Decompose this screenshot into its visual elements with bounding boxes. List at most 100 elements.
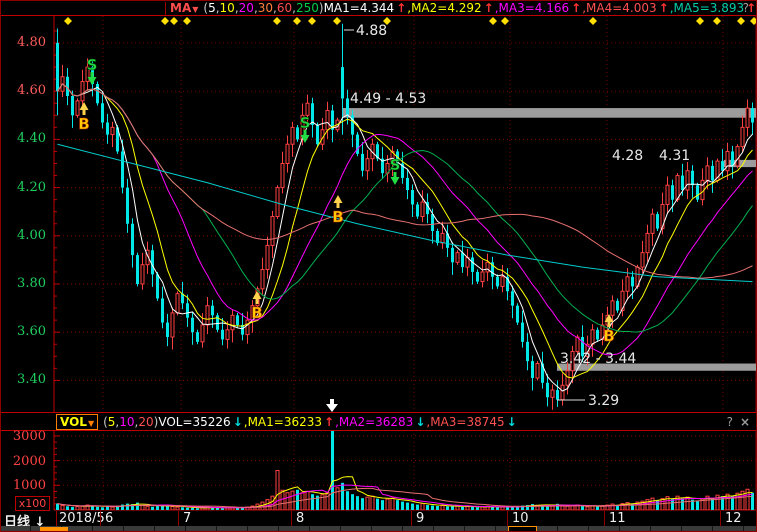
diamond-icon: [501, 17, 509, 25]
event-arrow-icon: [326, 399, 338, 412]
month-tick: [100, 511, 101, 526]
buy-marker: B: [251, 304, 262, 322]
volume-indicator-header: VOL▼ (5,10,20) VOL=35226↓,MA1=36233↑,MA2…: [0, 412, 757, 431]
volume-tick-label: 1000: [0, 479, 46, 492]
volume-tick-label: 2000: [0, 455, 46, 468]
indicator-selector[interactable]: MA▼: [170, 1, 198, 15]
price-tick-label: 3.60: [0, 325, 46, 338]
main-indicator-header: MA▼ (5,10,20,30,60,250) MA1=4.344↑,MA2=4…: [0, 0, 757, 16]
scrollbar-thumb[interactable]: [40, 527, 68, 531]
vol-values: VOL=35226↓,MA1=36233↑,MA2=36283↓,MA3=387…: [158, 415, 517, 429]
diamond-icon: [170, 17, 178, 25]
svg-text:4.88: 4.88: [356, 23, 387, 39]
annotations: 4.884.49 - 4.534.284.313.42 - 3.443.29: [344, 23, 690, 409]
trend-arrow-icon: ↑: [396, 1, 406, 15]
buy-marker: B: [603, 327, 614, 345]
volume-ma-line: [58, 488, 753, 507]
header-segment: 60: [277, 1, 292, 15]
price-tick-label: 4.60: [0, 84, 46, 97]
month-tick: [604, 511, 605, 526]
trend-arrow-icon: ↓: [507, 415, 517, 429]
svg-text:4.31: 4.31: [659, 148, 690, 164]
buy-arrow-icon: [80, 102, 89, 115]
date-axis: 日线 ↓ 2018/5 6789101112: [0, 511, 757, 527]
svg-text:4.28: 4.28: [612, 148, 643, 164]
trend-arrow-icon: ↓: [233, 415, 243, 429]
vol-params: (5,10,20): [103, 415, 158, 429]
month-tick: [178, 511, 179, 526]
diamond-icon: [713, 17, 721, 25]
month-label: 6: [105, 511, 113, 526]
help-icon[interactable]: ?: [727, 415, 733, 429]
stock-chart-app: 4.884.49 - 4.534.284.313.42 - 3.443.29SB…: [0, 0, 757, 532]
header-segment: ,MA1=36233: [244, 415, 322, 429]
trend-arrow-icon: ↓: [415, 415, 425, 429]
year-label: 2018/5: [59, 511, 105, 526]
main-chart-canvas[interactable]: 4.884.49 - 4.534.284.313.42 - 3.443.29SB…: [0, 0, 757, 532]
header-segment: ,MA4=4.003: [582, 1, 656, 15]
buy-marker: B: [332, 208, 343, 226]
sell-marker: S: [390, 156, 401, 174]
volume-tick-label: 3000: [0, 430, 46, 443]
price-ma-line: [58, 84, 753, 378]
header-segment: 30: [258, 1, 273, 15]
volume-unit-badge: x100: [15, 496, 50, 511]
month-label: 9: [416, 511, 424, 526]
header-segment: ,MA2=36283: [335, 415, 413, 429]
divider: [56, 511, 57, 526]
month-tick: [507, 511, 508, 526]
sell-marker: S: [300, 114, 311, 132]
trend-arrow-icon: ↑: [659, 1, 669, 15]
header-segment: 10: [220, 1, 235, 15]
price-tick-label: 3.40: [0, 373, 46, 386]
header-segment: ,MA5=3.893: [670, 1, 744, 15]
ma-values: MA1=4.344↑,MA2=4.292↑,MA3=4.166↑,MA4=4.0…: [324, 1, 757, 15]
price-tick-label: 4.80: [0, 36, 46, 49]
month-tick: [291, 511, 292, 526]
price-ma-line: [58, 84, 753, 332]
diamond-icon: [183, 17, 191, 25]
help-icon[interactable]: ?: [743, 1, 749, 15]
header-segment: ,MA3=4.166: [495, 1, 569, 15]
trend-arrow-icon: ↑: [571, 1, 581, 15]
diamond-icon: [696, 17, 704, 25]
candles: [56, 24, 754, 410]
month-label: 7: [183, 511, 191, 526]
header-segment: 250: [296, 1, 319, 15]
price-tick-label: 4.20: [0, 181, 46, 194]
header-segment: 10: [119, 415, 134, 429]
month-label: 11: [609, 511, 626, 526]
diamond-icon: [308, 17, 316, 25]
header-segment: 20: [239, 1, 254, 15]
gridlines: [55, 16, 756, 509]
month-label: 8: [296, 511, 304, 526]
ma-params: (5,10,20,30,60,250): [203, 1, 323, 15]
diamond-icon: [589, 17, 597, 25]
diamond-icon: [293, 17, 301, 25]
price-tick-label: 4.40: [0, 132, 46, 145]
header-divider: [165, 2, 166, 15]
close-icon[interactable]: ×: [740, 415, 750, 429]
diamond-icon: [64, 17, 72, 25]
resistance-bands: [343, 108, 756, 371]
header-segment: VOL=35226: [158, 415, 230, 429]
header-segment: 5: [208, 1, 216, 15]
price-tick-label: 4.00: [0, 229, 46, 242]
scrollbar-viewport-box[interactable]: [508, 526, 537, 532]
header-segment: ,MA3=38745: [426, 415, 504, 429]
buy-marker: B: [78, 115, 89, 133]
svg-text:3.29: 3.29: [588, 393, 619, 409]
sell-marker: S: [87, 56, 98, 74]
volume-bars: [56, 430, 754, 510]
horizontal-scrollbar[interactable]: [0, 526, 757, 532]
volume-indicator-label: VOL: [60, 415, 87, 429]
diamond-icon: [273, 17, 281, 25]
month-tick: [411, 511, 412, 526]
header-segment: MA1=4.344: [324, 1, 395, 15]
volume-indicator-selector[interactable]: VOL▼: [56, 414, 98, 430]
signal-diamonds: [64, 17, 757, 25]
svg-text:4.49 - 4.53: 4.49 - 4.53: [350, 91, 426, 107]
month-tick: [720, 511, 721, 526]
diamond-icon: [489, 17, 497, 25]
month-label: 10: [512, 511, 529, 526]
